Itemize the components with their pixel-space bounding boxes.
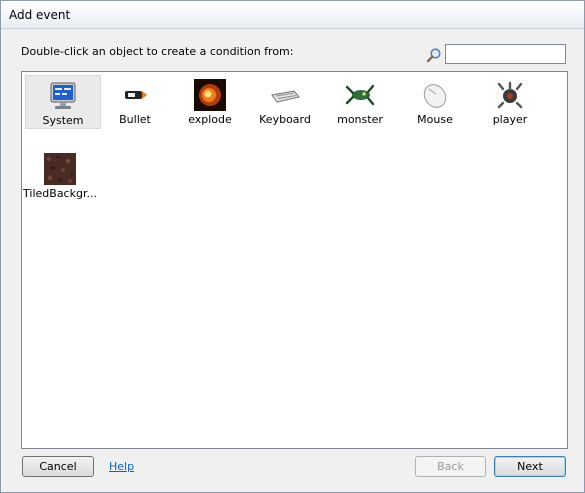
object-bullet[interactable]: Bullet — [97, 75, 173, 129]
object-label: Bullet — [119, 113, 151, 126]
keyboard-icon — [271, 90, 300, 103]
search-input[interactable] — [445, 44, 566, 64]
monster-icon — [345, 84, 375, 106]
back-button[interactable]: Back — [415, 456, 486, 477]
object-player[interactable]: player — [472, 75, 548, 129]
window-title: Add event — [9, 8, 71, 22]
object-keyboard[interactable]: Keyboard — [247, 75, 323, 129]
object-monster[interactable]: monster — [322, 75, 398, 129]
object-label: monster — [337, 113, 383, 126]
title-bar: Add event — [1, 1, 584, 29]
object-system[interactable]: System — [25, 75, 101, 129]
object-explode[interactable]: explode — [172, 75, 248, 129]
object-label: TiledBackgr... — [23, 187, 97, 200]
mouse-icon — [423, 84, 447, 108]
object-mouse[interactable]: Mouse — [397, 75, 473, 129]
instruction-text: Double-click an object to create a condi… — [21, 45, 294, 58]
player-icon — [497, 81, 523, 109]
search-icon — [426, 48, 441, 63]
object-label: System — [42, 114, 84, 127]
next-button[interactable]: Next — [494, 456, 566, 477]
explosion-icon — [194, 79, 226, 111]
object-label: Mouse — [417, 113, 453, 126]
bullet-icon — [125, 91, 147, 99]
object-label: explode — [188, 113, 232, 126]
object-label: player — [492, 113, 528, 126]
object-list[interactable]: System Bullet explode Keyboard monster M… — [21, 71, 568, 449]
cancel-button[interactable]: Cancel — [22, 456, 94, 477]
help-link[interactable]: Help — [109, 460, 134, 473]
object-tiledbackground[interactable]: TiledBackgr... — [22, 149, 98, 203]
add-event-dialog: Add event Double-click an object to crea… — [0, 0, 585, 493]
monitor-icon — [50, 82, 76, 109]
tiled-background-icon — [44, 153, 76, 185]
object-label: Keyboard — [259, 113, 311, 126]
